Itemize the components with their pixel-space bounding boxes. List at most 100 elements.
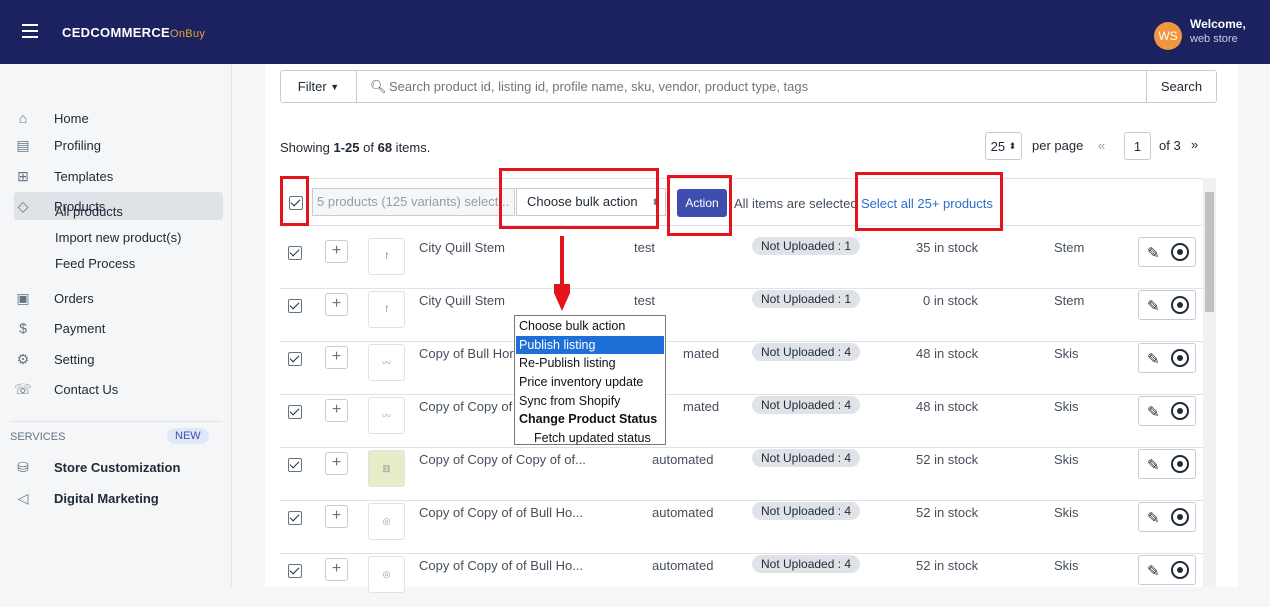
status-badge: Not Uploaded : 1	[752, 237, 861, 255]
caret-down-icon: ▼	[330, 81, 340, 92]
view-icon[interactable]	[1171, 455, 1189, 473]
row-actions: ✎	[1138, 396, 1196, 426]
page-input[interactable]: 1	[1124, 132, 1151, 160]
row-checkbox[interactable]	[288, 564, 302, 578]
edit-icon[interactable]: ✎	[1147, 244, 1160, 262]
search-input[interactable]	[389, 73, 1149, 100]
table-row[interactable]: + ◎ Copy of Copy of of Bull Ho... automa…	[280, 554, 1204, 607]
highlight-action-button	[667, 175, 732, 236]
expand-button[interactable]: +	[325, 399, 348, 422]
per-page-select[interactable]: 25 ⬍	[985, 132, 1022, 160]
table-row[interactable]: + 〰 Copy of Copy of mated Not Uploaded :…	[280, 395, 1204, 448]
table-row[interactable]: + 〰 Copy of Bull Hor mated Not Uploaded …	[280, 342, 1204, 395]
sidebar-sub-feed-process[interactable]: Feed Process	[55, 256, 135, 271]
bulk-action-bar: 5 products (125 variants) select... Choo…	[280, 178, 1204, 226]
brand-logo[interactable]: CEDCOMMERCEOnBuy	[62, 25, 205, 40]
view-icon[interactable]	[1171, 349, 1189, 367]
expand-button[interactable]: +	[325, 452, 348, 475]
edit-icon[interactable]: ✎	[1147, 562, 1160, 580]
edit-icon[interactable]: ✎	[1147, 456, 1160, 474]
prev-page-button[interactable]: «	[1098, 138, 1105, 153]
sidebar-item-orders[interactable]: ▣ Orders	[14, 284, 223, 312]
vendor: automated	[652, 452, 714, 467]
option-sync[interactable]: Sync from Shopify	[516, 392, 664, 411]
product-type: Skis	[1054, 346, 1079, 361]
store-icon: ⛁	[17, 458, 29, 475]
row-checkbox[interactable]	[288, 458, 302, 472]
product-title[interactable]: Copy of Copy of of Bull Ho...	[419, 558, 583, 573]
filter-button[interactable]: Filter ▼	[281, 71, 357, 102]
product-thumbnail: ↾	[368, 291, 405, 328]
product-title[interactable]: Copy of Copy of	[419, 399, 512, 414]
view-icon[interactable]	[1171, 402, 1189, 420]
per-page-label: per page	[1032, 138, 1084, 153]
option-republish[interactable]: Re-Publish listing	[516, 354, 664, 373]
next-page-button[interactable]: »	[1191, 137, 1198, 152]
sidebar-sub-all-products[interactable]: All products	[55, 204, 123, 219]
option-fetch-status[interactable]: Fetch updated status	[516, 429, 664, 448]
view-icon[interactable]	[1171, 296, 1189, 314]
row-checkbox[interactable]	[288, 405, 302, 419]
expand-button[interactable]: +	[325, 558, 348, 581]
vendor: test	[634, 293, 655, 308]
new-badge: NEW	[167, 428, 209, 444]
home-icon: ⌂	[18, 110, 28, 126]
row-checkbox[interactable]	[288, 511, 302, 525]
vendor: mated	[683, 346, 720, 361]
sidebar-sub-import-products[interactable]: Import new product(s)	[55, 230, 181, 245]
view-icon[interactable]	[1171, 561, 1189, 579]
expand-button[interactable]: +	[325, 505, 348, 528]
product-title[interactable]: City Quill Stem	[419, 240, 505, 255]
table-row[interactable]: + ▥ Copy of Copy of Copy of of... automa…	[280, 448, 1204, 501]
hamburger-menu-icon[interactable]	[22, 24, 38, 38]
option-price-inventory[interactable]: Price inventory update	[516, 373, 664, 392]
product-title[interactable]: City Quill Stem	[419, 293, 505, 308]
sidebar-item-setting[interactable]: ⚙ Setting	[14, 345, 223, 373]
view-icon[interactable]	[1171, 243, 1189, 261]
sidebar-item-payment[interactable]: $ Payment	[14, 314, 223, 342]
product-title[interactable]: Copy of Copy of Copy of of...	[419, 452, 586, 467]
scrollbar-thumb[interactable]	[1205, 192, 1214, 312]
row-actions: ✎	[1138, 290, 1196, 320]
sidebar-item-profiling[interactable]: ▤ Profiling	[14, 131, 223, 159]
product-thumbnail: ◎	[368, 556, 405, 593]
row-checkbox[interactable]	[288, 246, 302, 260]
table-row[interactable]: + ↾ City Quill Stem test Not Uploaded : …	[280, 236, 1204, 289]
expand-button[interactable]: +	[325, 240, 348, 263]
sidebar-item-store-customization[interactable]: ⛁ Store Customization	[14, 453, 223, 481]
expand-button[interactable]: +	[325, 346, 348, 369]
top-bar: CEDCOMMERCEOnBuy WS Welcome, web store	[0, 0, 1270, 64]
edit-icon[interactable]: ✎	[1147, 509, 1160, 527]
sidebar-item-home[interactable]: ⌂ Home	[14, 104, 223, 132]
table-row[interactable]: + ↾ City Quill Stem test Not Uploaded : …	[280, 289, 1204, 342]
view-icon[interactable]	[1171, 508, 1189, 526]
highlight-select-all	[855, 172, 1003, 231]
product-title[interactable]: Copy of Bull Hor	[419, 346, 514, 361]
vendor: automated	[652, 558, 714, 573]
items-summary: Showing 1-25 of 68 items.	[280, 140, 431, 155]
red-arrow	[554, 236, 570, 311]
avatar[interactable]: WS	[1154, 22, 1182, 50]
page-count: of 3	[1159, 138, 1181, 153]
table-row[interactable]: + ◎ Copy of Copy of of Bull Ho... automa…	[280, 501, 1204, 554]
sidebar: ⌂ Home ▤ Profiling ⊞ Templates ◇ Products Al…	[0, 64, 232, 587]
sidebar-item-contact[interactable]: ☏ Contact Us	[14, 375, 223, 403]
sidebar-item-digital-marketing[interactable]: ◁ Digital Marketing	[14, 484, 223, 512]
sidebar-item-templates[interactable]: ⊞ Templates	[14, 162, 223, 190]
pagination: 25 ⬍ per page « 1 of 3 »	[985, 132, 1219, 160]
stock: 35 in stock	[916, 240, 979, 255]
expand-button[interactable]: +	[325, 293, 348, 316]
row-checkbox[interactable]	[288, 299, 302, 313]
option-choose[interactable]: Choose bulk action	[516, 317, 664, 336]
edit-icon[interactable]: ✎	[1147, 350, 1160, 368]
product-title[interactable]: Copy of Copy of of Bull Ho...	[419, 505, 583, 520]
product-type: Stem	[1054, 240, 1085, 255]
edit-icon[interactable]: ✎	[1147, 403, 1160, 421]
option-publish[interactable]: Publish listing	[515, 334, 665, 356]
search-button[interactable]: Search	[1146, 71, 1216, 102]
stock: 52 in stock	[916, 558, 979, 573]
row-checkbox[interactable]	[288, 352, 302, 366]
bulk-action-dropdown[interactable]: Choose bulk action Publish listing Re-Pu…	[514, 315, 666, 445]
product-thumbnail: 〰	[368, 397, 405, 434]
edit-icon[interactable]: ✎	[1147, 297, 1160, 315]
